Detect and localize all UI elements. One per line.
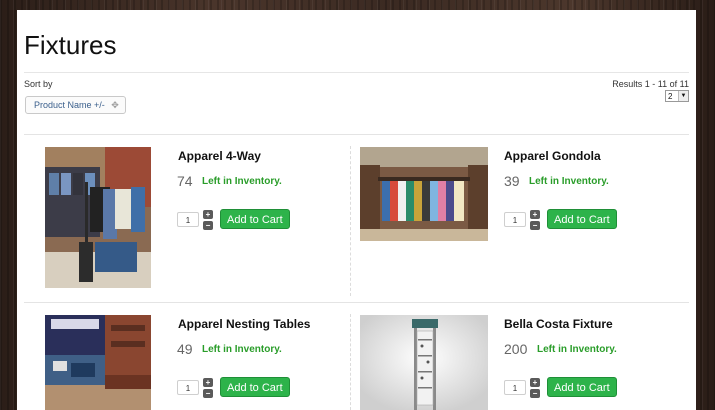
page-select-value: 2	[668, 92, 673, 101]
column-divider	[350, 314, 351, 410]
increment-button[interactable]: +	[530, 378, 540, 387]
sort-button-label: Product Name +/-	[34, 100, 105, 110]
increment-button[interactable]: +	[203, 378, 213, 387]
add-to-cart-button[interactable]: Add to Cart	[547, 209, 617, 229]
add-to-cart-button[interactable]: Add to Cart	[220, 209, 290, 229]
add-to-cart-button[interactable]: Add to Cart	[547, 377, 617, 397]
product-name[interactable]: Bella Costa Fixture	[504, 317, 613, 331]
inventory-count: 49	[177, 341, 193, 357]
inventory-label: Left in Inventory.	[529, 176, 609, 187]
inventory-label: Left in Inventory.	[202, 344, 282, 355]
content-panel: Fixtures Sort by Product Name +/- ✥ Resu…	[17, 10, 696, 410]
inventory-label: Left in Inventory.	[202, 176, 282, 187]
inventory-label: Left in Inventory.	[537, 344, 617, 355]
row-divider	[24, 302, 689, 303]
decrement-button[interactable]: −	[530, 389, 540, 398]
increment-button[interactable]: +	[530, 210, 540, 219]
decrement-button[interactable]: −	[203, 389, 213, 398]
chevron-down-icon: ▼	[678, 91, 688, 101]
product-image[interactable]	[360, 315, 488, 410]
product-image[interactable]	[45, 147, 151, 288]
increment-button[interactable]: +	[203, 210, 213, 219]
product-image[interactable]	[45, 315, 151, 410]
page-title: Fixtures	[24, 30, 117, 60]
quantity-input[interactable]: 1	[504, 212, 526, 227]
quantity-input[interactable]: 1	[177, 380, 199, 395]
sort-label: Sort by	[24, 79, 53, 89]
decrement-button[interactable]: −	[530, 221, 540, 230]
decrement-button[interactable]: −	[203, 221, 213, 230]
add-to-cart-button[interactable]: Add to Cart	[220, 377, 290, 397]
page-select[interactable]: 2 ▼	[665, 90, 689, 102]
quantity-input[interactable]: 1	[177, 212, 199, 227]
inventory-count: 39	[504, 173, 520, 189]
product-name[interactable]: Apparel Gondola	[504, 149, 601, 163]
column-divider	[350, 146, 351, 296]
sort-button[interactable]: Product Name +/- ✥	[25, 96, 126, 114]
results-count: Results 1 - 11 of 11	[612, 79, 689, 89]
inventory-count: 74	[177, 173, 193, 189]
quantity-input[interactable]: 1	[504, 380, 526, 395]
sort-arrows-icon: ✥	[111, 100, 119, 110]
product-name[interactable]: Apparel 4-Way	[178, 149, 261, 163]
inventory-count: 200	[504, 341, 528, 357]
product-name[interactable]: Apparel Nesting Tables	[178, 317, 310, 331]
product-image[interactable]	[360, 147, 488, 241]
section-divider	[24, 134, 689, 135]
title-divider	[24, 72, 689, 73]
